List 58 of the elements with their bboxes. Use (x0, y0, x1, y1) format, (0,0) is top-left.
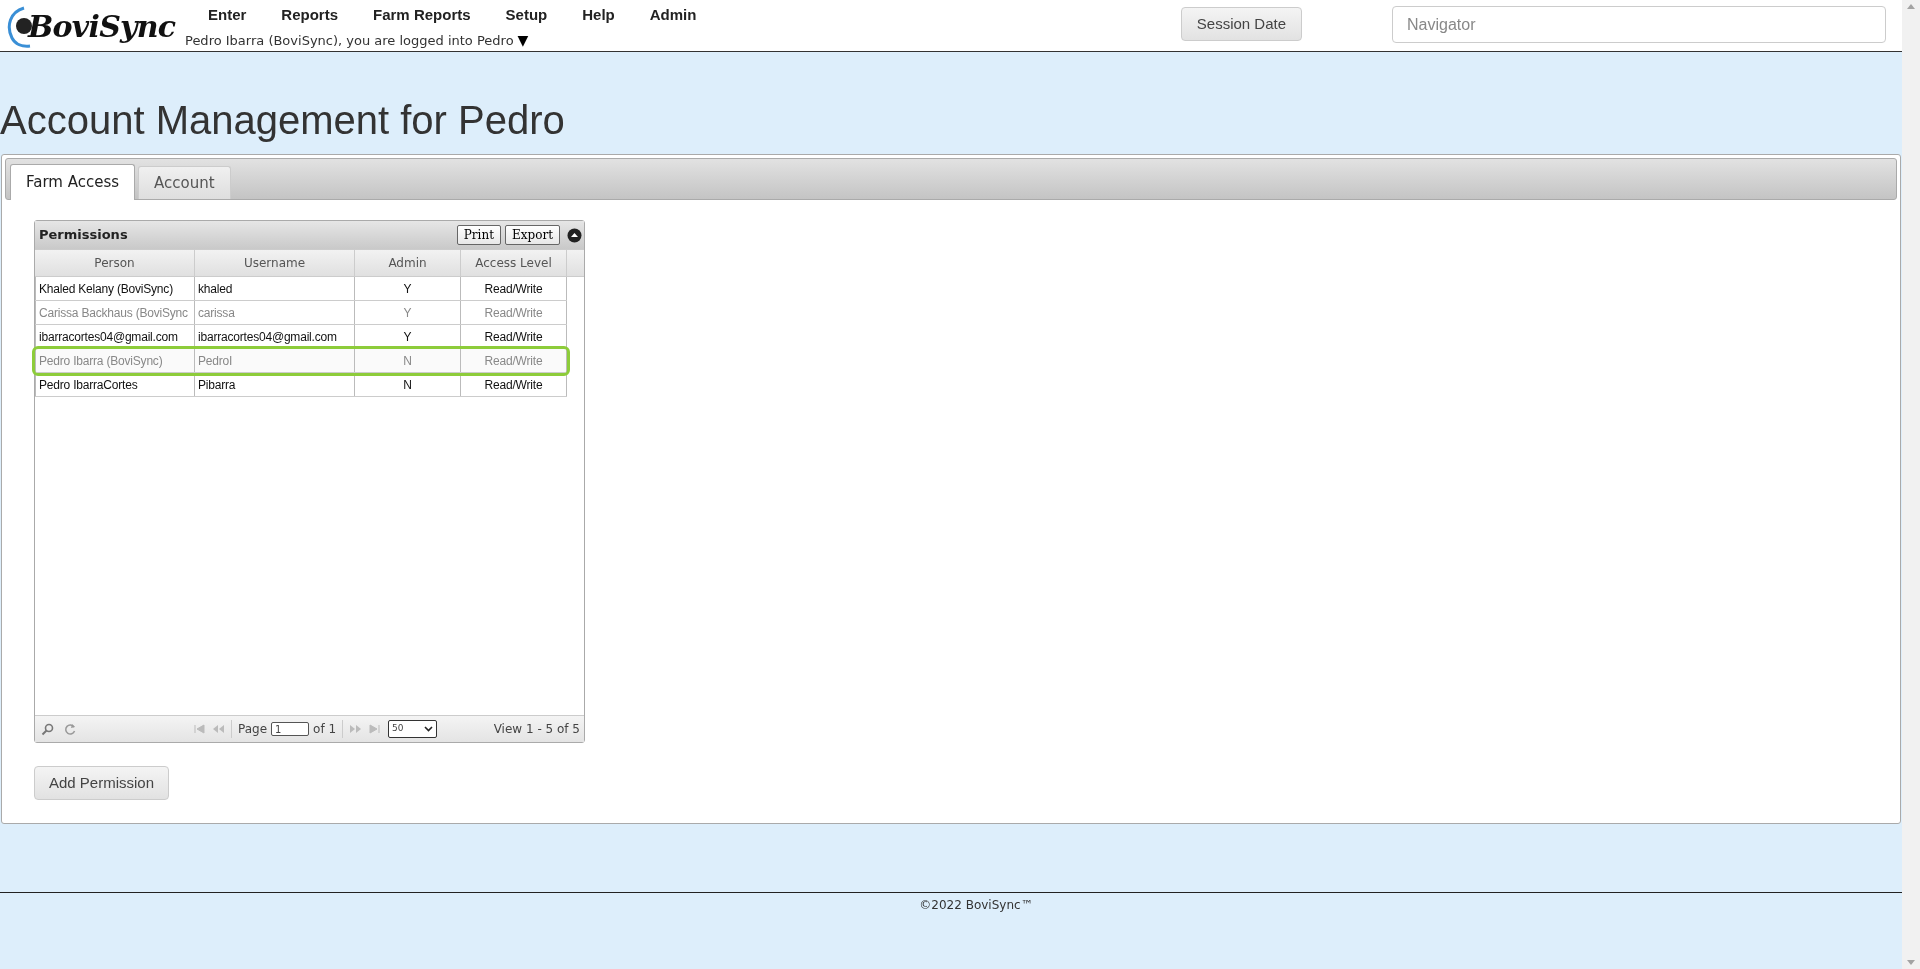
table-cell: Y (355, 277, 461, 300)
tab[interactable]: Account (138, 166, 231, 199)
column-header[interactable]: Username (195, 250, 355, 276)
table-cell: Read/Write (461, 277, 567, 300)
page-label: Page (238, 721, 268, 738)
account-dropdown-caret[interactable]: ▼ (517, 30, 529, 51)
grid-toolbar-button[interactable]: Print (456, 225, 501, 245)
column-header[interactable]: Person (35, 250, 195, 276)
refresh-icon[interactable] (64, 722, 77, 736)
menu-item[interactable]: Help (582, 4, 615, 30)
table-cell: N (355, 349, 461, 372)
table-row[interactable]: Carissa Backhaus (BoviSync carissa Y Read/Write (35, 301, 567, 325)
menu-item[interactable]: Farm Reports (373, 4, 471, 30)
table-cell: N (355, 373, 461, 396)
table-cell: Pibarra (195, 373, 355, 396)
grid-toolbar-button[interactable]: Export (505, 225, 560, 245)
tab[interactable]: Farm Access (10, 164, 136, 200)
table-cell: Pedro IbarraCortes (35, 373, 195, 396)
search-icon[interactable] (41, 722, 54, 736)
table-cell: Read/Write (461, 349, 567, 372)
table-cell: Read/Write (461, 301, 567, 324)
grid-title: Permissions (39, 226, 128, 245)
table-cell: PedroI (195, 349, 355, 372)
add-permission-button[interactable]: Add Permission (34, 766, 170, 800)
last-page-icon (368, 724, 381, 734)
page-size-select[interactable]: 50 (388, 720, 438, 738)
scroll-up-icon[interactable] (1907, 4, 1915, 9)
next-page-icon (349, 724, 363, 734)
menu-item[interactable]: Admin (649, 4, 697, 30)
logo-text: BoviSync (28, 7, 176, 46)
menu-item[interactable]: Enter (208, 4, 247, 30)
page-title: Account Management for Pedro (0, 97, 565, 144)
page-count-text: of 1 (313, 721, 337, 738)
collapse-icon[interactable] (567, 227, 582, 243)
table-row[interactable]: Pedro Ibarra (BoviSync) PedroI N Read/Write (35, 349, 567, 373)
menu-item[interactable]: Setup (505, 4, 548, 30)
copyright-text: ©2022 BoviSync™ (919, 897, 1033, 914)
table-cell: Khaled Kelany (BoviSync) (35, 277, 195, 300)
navigator-field[interactable]: Navigator (1392, 6, 1886, 43)
table-row[interactable]: Pedro IbarraCortes Pibarra N Read/Write (35, 373, 567, 397)
chevron-down-icon (424, 726, 434, 732)
table-cell: Read/Write (461, 373, 567, 396)
table-cell: carissa (195, 301, 355, 324)
table-cell: khaled (195, 277, 355, 300)
first-page-icon (194, 724, 206, 734)
column-header[interactable]: Admin (355, 250, 461, 276)
record-count-text: View 1 - 5 of 5 (493, 721, 580, 738)
page-number-field[interactable]: 1 (271, 722, 310, 736)
table-cell: Carissa Backhaus (BoviSync (35, 301, 195, 324)
session-date-button[interactable]: Session Date (1180, 7, 1302, 41)
table-cell: Pedro Ibarra (BoviSync) (35, 349, 195, 372)
table-row[interactable]: Khaled Kelany (BoviSync) khaled Y Read/Write (35, 277, 567, 301)
table-cell: Y (355, 301, 461, 324)
menu-item[interactable]: Reports (281, 4, 339, 30)
scroll-down-icon[interactable] (1907, 960, 1915, 965)
login-status-text: Pedro Ibarra (BoviSync), you are logged into Pedro (185, 31, 514, 50)
previous-page-icon (212, 724, 225, 734)
column-header[interactable]: Access Level (461, 250, 567, 276)
